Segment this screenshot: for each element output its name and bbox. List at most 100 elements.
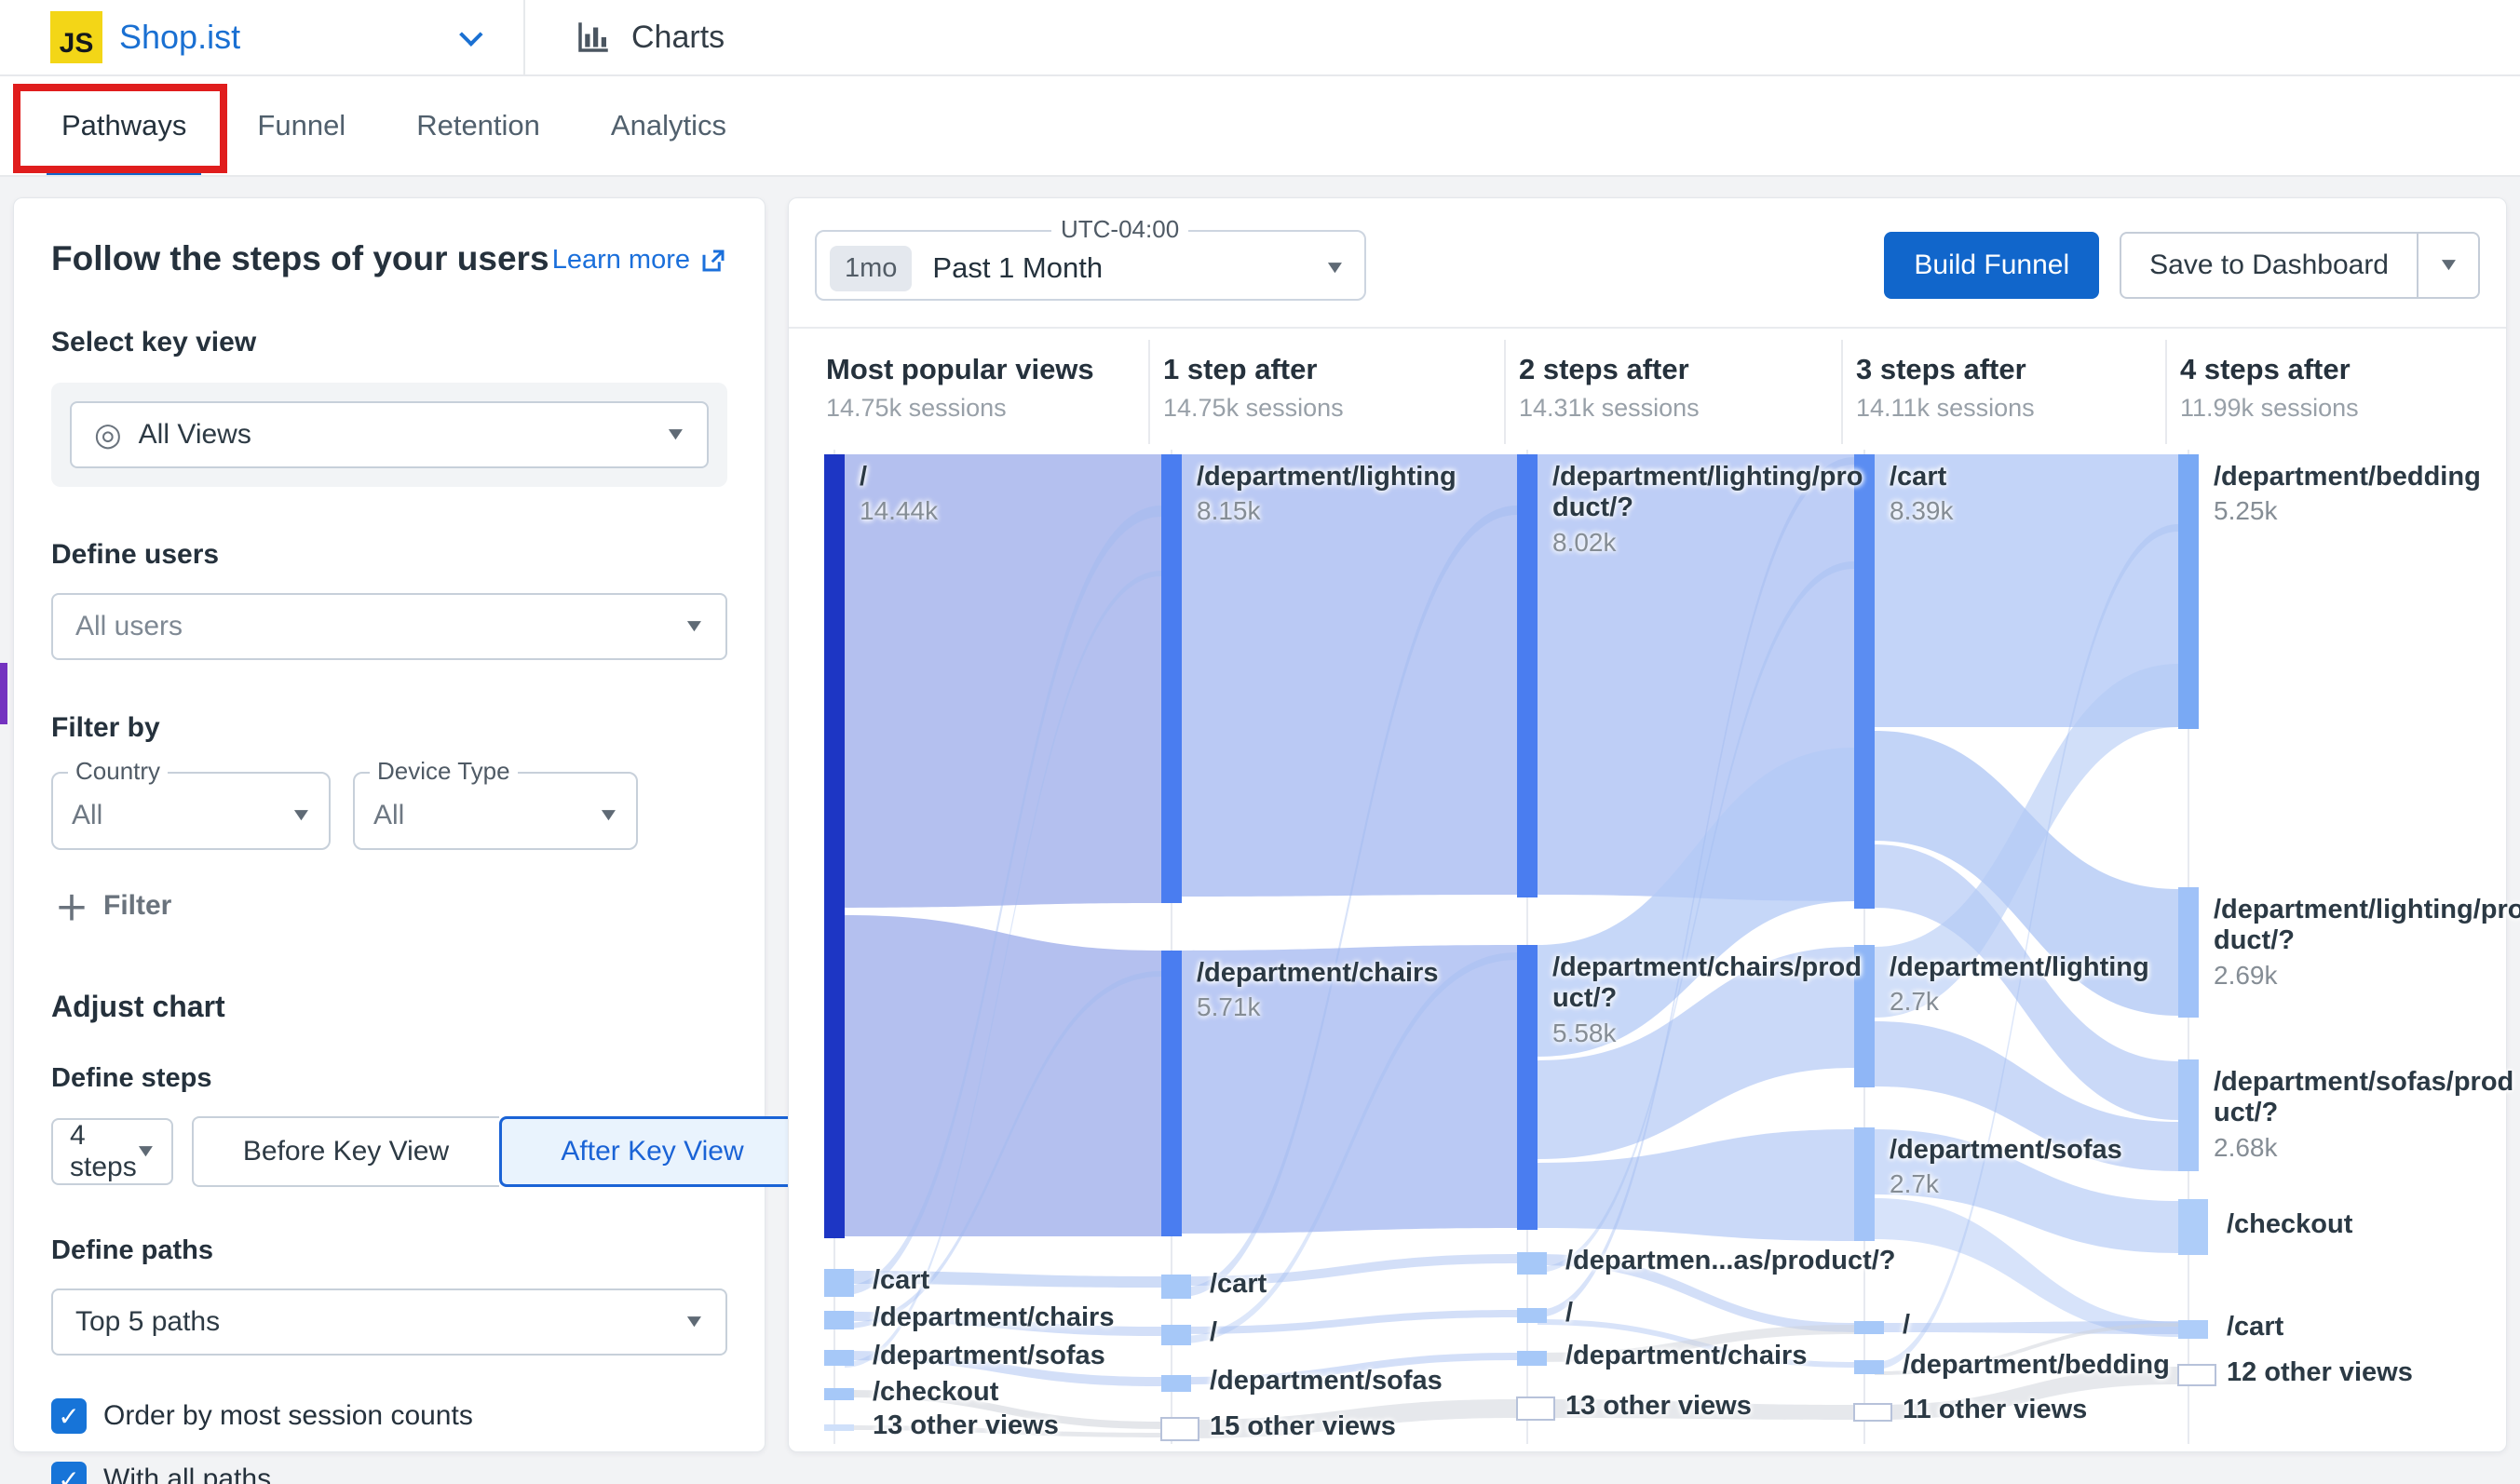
sankey-node-label[interactable]: /cart8.39k (1890, 462, 2201, 527)
sankey-node-label[interactable]: 15 other views (1210, 1411, 1396, 1442)
node-value: 8.15k (1197, 496, 1508, 526)
sankey-column-headers: Most popular views14.75k sessions1 step … (815, 345, 2480, 444)
save-to-dashboard-split-button: Save to Dashboard ▼ (2120, 232, 2480, 299)
sankey-node-label[interactable]: /departmen...as/product/? (1565, 1246, 1896, 1276)
users-select[interactable]: All users ▼ (51, 593, 727, 660)
node-path: /department/chairs (1197, 958, 1508, 989)
checkbox-checked-icon[interactable]: ✓ (51, 1398, 87, 1434)
steps-count-select[interactable]: 4 steps ▼ (51, 1118, 173, 1185)
sankey-node-label[interactable]: / (1210, 1317, 1217, 1348)
learn-more-link[interactable]: Learn more (552, 245, 727, 276)
node-path: /department/bedding (2214, 462, 2520, 492)
key-view-select[interactable]: ◎ All Views ▼ (70, 401, 709, 468)
order-by-sessions-checkbox-row[interactable]: ✓ Order by most session counts (51, 1398, 727, 1434)
node-path: / (1210, 1317, 1217, 1348)
country-filter-select[interactable]: Country All ▼ (51, 772, 331, 850)
tab-retention[interactable]: Retention (381, 76, 576, 175)
nav-charts[interactable]: Charts (574, 18, 725, 57)
sankey-node-label[interactable]: /department/sofas (1210, 1366, 1443, 1396)
sankey-node-label[interactable]: / (1565, 1298, 1573, 1329)
node-value: 2.68k (2214, 1133, 2520, 1163)
filter-by-heading: Filter by (51, 712, 727, 744)
sankey-node-label[interactable]: /department/sofas2.7k (1890, 1135, 2201, 1200)
sankey-node-label[interactable]: / 14.44k (860, 462, 1171, 527)
sankey-node-label[interactable]: /department/lighting/product/?2.69k (2214, 895, 2520, 991)
tab-bar: Pathways Funnel Retention Analytics (0, 76, 2520, 177)
add-filter-label: Filter (103, 890, 171, 922)
tab-analytics[interactable]: Analytics (576, 76, 762, 175)
after-key-view-button[interactable]: After Key View (499, 1116, 806, 1187)
sankey-node-label[interactable]: 13 other views (1565, 1391, 1752, 1422)
sankey-node-label[interactable]: /department/chairs (873, 1302, 1114, 1333)
after-key-view-label: After Key View (561, 1136, 743, 1167)
node-value: 5.25k (2214, 496, 2520, 526)
range-value: Past 1 Month (932, 251, 1326, 285)
sankey-node-label[interactable]: /department/lighting/product/?8.02k (1552, 462, 1863, 558)
toolbar-divider (789, 327, 2506, 329)
pathways-chart-panel: UTC-04:00 1mo Past 1 Month ▼ Build Funne… (788, 197, 2507, 1452)
node-path: /department/sofas (1890, 1135, 2201, 1166)
column-sessions: 14.11k sessions (1856, 394, 2154, 423)
active-tab-underline (47, 168, 201, 175)
bar-chart-icon (574, 18, 613, 57)
column-title: 1 step after (1163, 353, 1461, 386)
checkbox-checked-icon[interactable]: ✓ (51, 1462, 87, 1484)
sankey-node-label[interactable]: /department/chairs5.71k (1197, 958, 1508, 1023)
sankey-node-label[interactable]: /department/sofas/product/?2.68k (2214, 1067, 2520, 1163)
before-key-view-button[interactable]: Before Key View (192, 1116, 499, 1187)
add-filter-button[interactable]: ＋ Filter (55, 882, 727, 930)
select-key-view-heading: Select key view (51, 327, 727, 358)
define-steps-heading: Define steps (51, 1063, 727, 1094)
sankey-node-label[interactable]: / (1903, 1310, 1910, 1341)
sankey-node-label[interactable]: /department/lighting8.15k (1197, 462, 1508, 527)
save-options-dropdown-button[interactable]: ▼ (2417, 234, 2478, 297)
date-range-select[interactable]: UTC-04:00 1mo Past 1 Month ▼ (815, 230, 1366, 301)
sankey-node-label[interactable]: 11 other views (1903, 1395, 2087, 1425)
node-path: /cart (1210, 1269, 1267, 1300)
node-path: 12 other views (2227, 1357, 2413, 1388)
node-path: /department/chairs (1565, 1341, 1807, 1371)
sankey-column-header: 2 steps after14.31k sessions (1519, 353, 1817, 423)
external-link-icon (699, 247, 727, 275)
node-value: 14.44k (860, 496, 1171, 526)
paths-select[interactable]: Top 5 paths ▼ (51, 1288, 727, 1356)
workspace-switcher[interactable]: JS Shop.ist (0, 0, 523, 74)
sankey-node-label[interactable]: 13 other views (873, 1410, 1059, 1441)
node-path: /checkout (2227, 1209, 2352, 1240)
sankey-node-label[interactable]: /cart (2227, 1312, 2283, 1342)
sankey-column-header: 3 steps after14.11k sessions (1856, 353, 2154, 423)
tab-funnel[interactable]: Funnel (222, 76, 381, 175)
paths-value: Top 5 paths (75, 1306, 685, 1338)
timezone-label: UTC-04:00 (1051, 215, 1188, 244)
tab-pathways[interactable]: Pathways (26, 76, 222, 175)
sankey-node-label[interactable]: /department/chairs/product/?5.58k (1552, 952, 1863, 1048)
column-divider (2165, 340, 2167, 444)
sankey-node-label[interactable]: /cart (873, 1265, 929, 1296)
node-path: /department/sofas (873, 1341, 1105, 1371)
sankey-node-label[interactable]: /department/bedding 5.25k (2214, 462, 2520, 527)
sankey-node-label[interactable]: /department/bedding (1903, 1350, 2170, 1381)
define-users-heading: Define users (51, 539, 727, 571)
save-to-dashboard-button[interactable]: Save to Dashboard (2121, 234, 2417, 297)
node-path: /checkout (873, 1377, 998, 1408)
sankey-node-label[interactable]: /checkout (2227, 1209, 2352, 1240)
key-view-direction-toggle: Before Key View After Key View (192, 1116, 806, 1187)
node-path: / (860, 462, 1171, 492)
sankey-node-label[interactable]: /checkout (873, 1377, 998, 1408)
sankey-node-label[interactable]: /department/sofas (873, 1341, 1105, 1371)
country-filter-value: All (72, 800, 292, 831)
with-all-paths-checkbox-row[interactable]: ✓ With all paths (51, 1462, 727, 1484)
chevron-down-icon: ▼ (133, 1141, 156, 1162)
sankey-node-label[interactable]: /department/chairs (1565, 1341, 1807, 1371)
js-logo: JS (50, 11, 102, 63)
build-funnel-button[interactable]: Build Funnel (1884, 232, 2099, 299)
node-path: 13 other views (1565, 1391, 1752, 1422)
device-type-filter-value: All (373, 800, 600, 831)
sankey-node-label[interactable]: 12 other views (2227, 1357, 2413, 1388)
sankey-node-label[interactable]: /cart (1210, 1269, 1267, 1300)
nav-charts-label: Charts (631, 20, 725, 56)
device-type-filter-select[interactable]: Device Type All ▼ (353, 772, 638, 850)
sankey-node-label[interactable]: /department/lighting2.7k (1890, 952, 2201, 1018)
tab-label: Funnel (257, 109, 345, 142)
save-to-dashboard-label: Save to Dashboard (2149, 250, 2389, 281)
